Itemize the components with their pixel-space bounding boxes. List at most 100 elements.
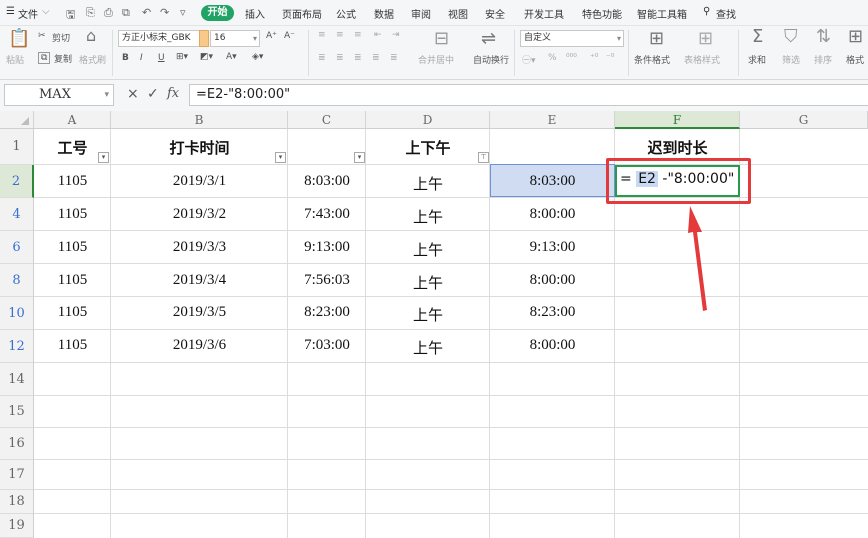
filter-dropdown-icon[interactable]: ▾	[275, 152, 286, 163]
table-style-icon[interactable]: ⊞	[698, 28, 713, 49]
percent-icon[interactable]: %	[548, 53, 557, 63]
italic-icon[interactable]: I	[140, 53, 143, 63]
conditional-format-icon[interactable]: ⊞	[649, 28, 664, 49]
cell-b2[interactable]: 2019/3/1	[111, 173, 288, 190]
tab-review[interactable]: 审阅	[411, 6, 431, 21]
filter-label[interactable]: 筛选	[782, 53, 800, 66]
column-header-a[interactable]: A	[34, 111, 111, 129]
row-header[interactable]: 15	[0, 396, 34, 428]
cell-a2[interactable]: 1105	[34, 173, 111, 190]
increase-font-icon[interactable]: A⁺	[266, 31, 277, 41]
row-header[interactable]: 17	[0, 460, 34, 490]
copy-icon[interactable]: ⧉	[38, 52, 51, 64]
wrap-text-icon[interactable]: ⇌	[481, 28, 496, 49]
indent-increase-icon[interactable]: ⇥	[392, 30, 400, 40]
search-label[interactable]: 查找	[716, 6, 736, 21]
format-icon[interactable]: ⊞	[848, 26, 863, 47]
row-header[interactable]: 1	[0, 129, 34, 165]
sort-label[interactable]: 排序	[814, 53, 832, 66]
fill-color-icon[interactable]: ◩▾	[200, 52, 213, 62]
cell-d10[interactable]: 上午	[366, 304, 490, 325]
increase-decimal-icon[interactable]: ⁺⁰	[590, 53, 598, 63]
tab-page-layout[interactable]: 页面布局	[282, 6, 322, 21]
cell-e6[interactable]: 9:13:00	[490, 239, 615, 256]
cell-d1[interactable]: 上下午	[366, 137, 490, 158]
select-all-corner[interactable]	[0, 111, 34, 129]
decrease-decimal-icon[interactable]: ⁻⁰	[606, 53, 614, 63]
tab-data[interactable]: 数据	[374, 6, 394, 21]
font-size-select[interactable]: 16 ▾	[210, 30, 260, 47]
distributed-icon[interactable]: ≣	[390, 53, 398, 63]
decrease-font-icon[interactable]: A⁻	[284, 31, 295, 41]
cell-b12[interactable]: 2019/3/6	[111, 337, 288, 354]
column-header-g[interactable]: G	[740, 111, 868, 129]
font-color-icon[interactable]: A▾	[226, 52, 237, 62]
print-preview-icon[interactable]: ⧉	[122, 6, 130, 20]
row-header[interactable]: 18	[0, 490, 34, 514]
indent-decrease-icon[interactable]: ⇤	[374, 30, 382, 40]
save-icon[interactable]: 🖫	[66, 6, 75, 25]
tab-insert[interactable]: 插入	[245, 6, 265, 21]
row-header[interactable]: 4	[0, 198, 34, 231]
cut-icon[interactable]: ✂	[38, 31, 46, 41]
font-name-dropdown[interactable]	[199, 30, 209, 47]
row-header[interactable]: 2	[0, 165, 34, 198]
tab-view[interactable]: 视图	[448, 6, 468, 21]
filter-dropdown-icon[interactable]: ▾	[98, 152, 109, 163]
cell-c2[interactable]: 8:03:00	[288, 173, 366, 190]
column-header-e[interactable]: E	[490, 111, 615, 129]
currency-icon[interactable]: ㊀▾	[522, 53, 536, 66]
tab-features[interactable]: 特色功能	[582, 6, 622, 21]
filter-dropdown-icon[interactable]: ▾	[354, 152, 365, 163]
undo-icon[interactable]: ↶	[142, 6, 151, 19]
menu-file[interactable]: 文件	[18, 6, 38, 21]
row-header[interactable]: 14	[0, 363, 34, 396]
bold-icon[interactable]: B	[122, 53, 129, 63]
tab-smart-toolbox[interactable]: 智能工具箱	[637, 6, 687, 21]
cell-a8[interactable]: 1105	[34, 272, 111, 289]
chevron-down-icon[interactable]: ⌵	[42, 6, 50, 17]
cell-b6[interactable]: 2019/3/3	[111, 239, 288, 256]
cut-label[interactable]: 剪切	[52, 31, 70, 44]
cell-c4[interactable]: 7:43:00	[288, 206, 366, 223]
align-center-icon[interactable]: ≣	[336, 53, 344, 63]
filter-icon[interactable]: ⛉	[784, 26, 798, 47]
cell-d4[interactable]: 上午	[366, 206, 490, 227]
cell-c8[interactable]: 7:56:03	[288, 272, 366, 289]
cell-d8[interactable]: 上午	[366, 272, 490, 293]
sum-icon[interactable]: Σ	[752, 26, 763, 47]
cell-a10[interactable]: 1105	[34, 304, 111, 321]
row-header[interactable]: 12	[0, 330, 34, 363]
fx-icon[interactable]: fx	[167, 86, 179, 101]
cell-a6[interactable]: 1105	[34, 239, 111, 256]
confirm-icon[interactable]: ✓	[147, 86, 159, 102]
border-icon[interactable]: ⊞▾	[176, 52, 188, 62]
quick-access-dropdown-icon[interactable]: ▿	[180, 6, 186, 19]
copy-label[interactable]: 复制	[54, 52, 72, 65]
format-painter-label[interactable]: 格式刷	[79, 53, 106, 66]
align-middle-icon[interactable]: ≡	[336, 30, 344, 40]
row-header[interactable]: 16	[0, 428, 34, 460]
merge-label[interactable]: 合并居中	[418, 53, 454, 66]
cancel-icon[interactable]: ×	[127, 86, 139, 102]
filter-active-icon[interactable]: ⊤	[478, 152, 489, 163]
cell-e4[interactable]: 8:00:00	[490, 206, 615, 223]
row-header[interactable]: 19	[0, 514, 34, 538]
cell-a12[interactable]: 1105	[34, 337, 111, 354]
cell-b4[interactable]: 2019/3/2	[111, 206, 288, 223]
name-box[interactable]: MAX ▾	[4, 84, 114, 106]
tab-security[interactable]: 安全	[485, 6, 505, 21]
clear-icon[interactable]: ◈▾	[252, 52, 263, 62]
hamburger-icon[interactable]: ☰	[6, 6, 15, 17]
justify-icon[interactable]: ≣	[372, 53, 380, 63]
cell-e10[interactable]: 8:23:00	[490, 304, 615, 321]
align-right-icon[interactable]: ≣	[354, 53, 362, 63]
conditional-format-label[interactable]: 条件格式	[634, 53, 670, 66]
cell-e8[interactable]: 8:00:00	[490, 272, 615, 289]
cell-a4[interactable]: 1105	[34, 206, 111, 223]
row-header[interactable]: 8	[0, 264, 34, 297]
cell-d2[interactable]: 上午	[366, 173, 490, 194]
column-header-f[interactable]: F	[615, 111, 740, 129]
cell-d12[interactable]: 上午	[366, 337, 490, 358]
cell-b8[interactable]: 2019/3/4	[111, 272, 288, 289]
